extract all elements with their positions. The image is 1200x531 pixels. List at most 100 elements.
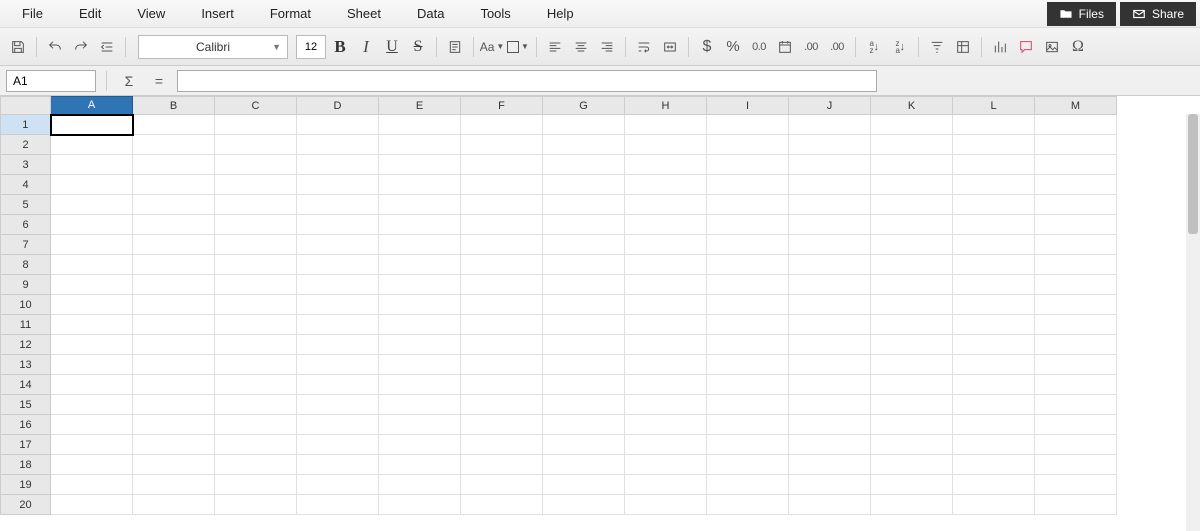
cell-G12[interactable] [543,335,625,355]
strikethrough-button[interactable]: S [406,35,430,59]
number-format-button[interactable]: 0.0 [747,35,771,59]
cell-F1[interactable] [461,115,543,135]
cell-I9[interactable] [707,275,789,295]
cell-F7[interactable] [461,235,543,255]
cell-J19[interactable] [789,475,871,495]
cell-C4[interactable] [215,175,297,195]
menu-insert[interactable]: Insert [183,2,252,25]
cell-M15[interactable] [1035,395,1117,415]
cell-I8[interactable] [707,255,789,275]
cell-L17[interactable] [953,435,1035,455]
cell-A15[interactable] [51,395,133,415]
cell-H1[interactable] [625,115,707,135]
undo-button[interactable] [43,35,67,59]
cell-E9[interactable] [379,275,461,295]
cell-B3[interactable] [133,155,215,175]
cell-F16[interactable] [461,415,543,435]
cell-C19[interactable] [215,475,297,495]
cell-L20[interactable] [953,495,1035,515]
cell-B10[interactable] [133,295,215,315]
menu-data[interactable]: Data [399,2,462,25]
cell-D4[interactable] [297,175,379,195]
cell-E13[interactable] [379,355,461,375]
cell-B6[interactable] [133,215,215,235]
cell-M18[interactable] [1035,455,1117,475]
cell-K7[interactable] [871,235,953,255]
cell-F6[interactable] [461,215,543,235]
cell-I13[interactable] [707,355,789,375]
cell-J4[interactable] [789,175,871,195]
cell-H13[interactable] [625,355,707,375]
cell-F12[interactable] [461,335,543,355]
function-wizard-button[interactable]: Σ [117,70,141,92]
cell-G7[interactable] [543,235,625,255]
cell-E20[interactable] [379,495,461,515]
cell-B8[interactable] [133,255,215,275]
formula-input[interactable] [177,70,877,92]
cell-L1[interactable] [953,115,1035,135]
cell-F14[interactable] [461,375,543,395]
cell-D3[interactable] [297,155,379,175]
cell-B19[interactable] [133,475,215,495]
cell-G8[interactable] [543,255,625,275]
cell-H4[interactable] [625,175,707,195]
cell-B9[interactable] [133,275,215,295]
cell-D19[interactable] [297,475,379,495]
cell-A1[interactable] [51,115,133,135]
column-header-F[interactable]: F [461,97,543,115]
fill-color-button[interactable]: ▼ [506,35,530,59]
menu-edit[interactable]: Edit [61,2,119,25]
cell-I11[interactable] [707,315,789,335]
cell-M9[interactable] [1035,275,1117,295]
cell-L19[interactable] [953,475,1035,495]
cell-M3[interactable] [1035,155,1117,175]
decrease-indent-button[interactable] [95,35,119,59]
cell-L7[interactable] [953,235,1035,255]
cell-A20[interactable] [51,495,133,515]
row-header-8[interactable]: 8 [1,255,51,275]
cell-L10[interactable] [953,295,1035,315]
cell-E15[interactable] [379,395,461,415]
cell-F13[interactable] [461,355,543,375]
cell-H16[interactable] [625,415,707,435]
wrap-text-button[interactable] [632,35,656,59]
cell-K3[interactable] [871,155,953,175]
merge-cells-button[interactable] [658,35,682,59]
cell-I2[interactable] [707,135,789,155]
remove-decimal-button[interactable]: .00 [825,35,849,59]
sort-desc-button[interactable]: za↓ [888,35,912,59]
cell-K14[interactable] [871,375,953,395]
cell-C14[interactable] [215,375,297,395]
row-header-2[interactable]: 2 [1,135,51,155]
cell-C8[interactable] [215,255,297,275]
cell-K4[interactable] [871,175,953,195]
cell-F11[interactable] [461,315,543,335]
cell-D15[interactable] [297,395,379,415]
cell-G11[interactable] [543,315,625,335]
cell-G18[interactable] [543,455,625,475]
menu-file[interactable]: File [4,2,61,25]
cell-K15[interactable] [871,395,953,415]
cell-L18[interactable] [953,455,1035,475]
filter-button[interactable] [925,35,949,59]
column-header-D[interactable]: D [297,97,379,115]
cell-I12[interactable] [707,335,789,355]
cell-I17[interactable] [707,435,789,455]
cell-H5[interactable] [625,195,707,215]
cell-G5[interactable] [543,195,625,215]
cell-A16[interactable] [51,415,133,435]
menu-help[interactable]: Help [529,2,592,25]
row-header-1[interactable]: 1 [1,115,51,135]
cell-J2[interactable] [789,135,871,155]
cell-G15[interactable] [543,395,625,415]
cell-K9[interactable] [871,275,953,295]
cell-I1[interactable] [707,115,789,135]
cell-F5[interactable] [461,195,543,215]
cell-I20[interactable] [707,495,789,515]
cell-M19[interactable] [1035,475,1117,495]
cell-G14[interactable] [543,375,625,395]
cell-D5[interactable] [297,195,379,215]
cell-F8[interactable] [461,255,543,275]
cell-C18[interactable] [215,455,297,475]
redo-button[interactable] [69,35,93,59]
